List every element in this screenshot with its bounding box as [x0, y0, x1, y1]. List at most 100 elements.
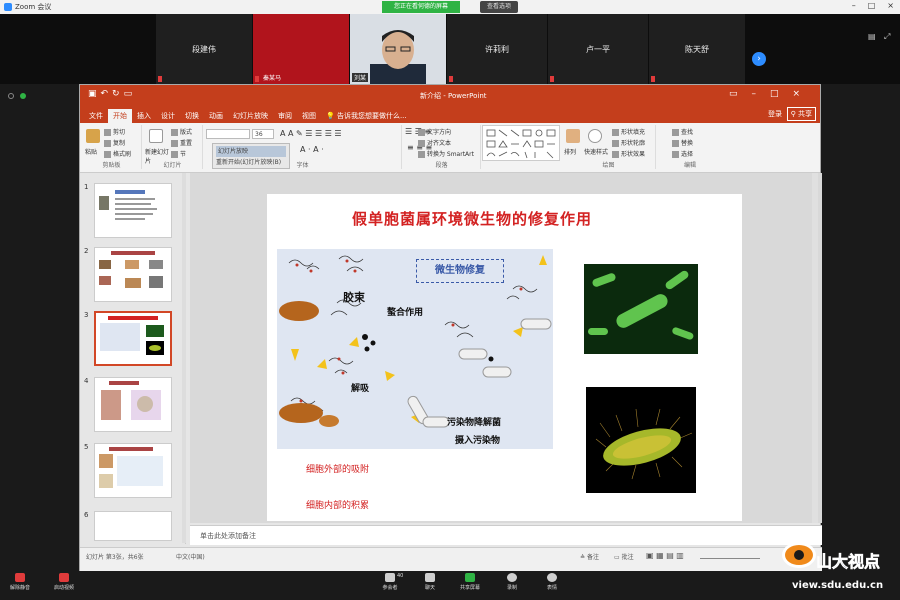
slide-thumbnail[interactable]: [94, 511, 172, 541]
arrange-button[interactable]: 排列: [564, 147, 576, 156]
chat-button[interactable]: 聊天: [418, 573, 442, 591]
tab-view[interactable]: 视图: [297, 109, 321, 123]
meeting-info-icon[interactable]: [8, 93, 14, 99]
ribbon-home: 粘贴 剪切 复制 格式刷 剪贴板 新建幻灯片 版式 重置 节 幻灯片 字体 36…: [80, 123, 820, 173]
layout-button[interactable]: 版式: [171, 127, 192, 136]
tell-me-search[interactable]: 💡 告诉我您想要做什么...: [321, 109, 412, 123]
remediation-diagram[interactable]: 微生物修复 胶束 螯合作用 解吸 污染物降解菌 摄入污染物: [277, 249, 553, 449]
participant-tile[interactable]: 段建伟: [156, 14, 252, 84]
tab-home[interactable]: 开始: [108, 109, 132, 123]
slide-title[interactable]: 假单胞菌属环境微生物的修复作用: [352, 208, 592, 229]
zoom-window-title: Zoom 会议: [15, 3, 52, 11]
smartart-button[interactable]: 转换为 SmartArt: [418, 149, 474, 158]
fullscreen-icon[interactable]: ⤢: [884, 32, 890, 42]
participant-tile[interactable]: 陈天舒: [649, 14, 745, 84]
zoom-slider[interactable]: [700, 558, 760, 559]
yellow-bacterium-image[interactable]: [586, 387, 696, 493]
eye-logo-icon: [782, 542, 816, 568]
close-icon[interactable]: ×: [887, 1, 894, 10]
maximize-icon[interactable]: □: [868, 1, 876, 10]
copy-button[interactable]: 复制: [104, 138, 125, 147]
paste-icon[interactable]: [86, 129, 100, 143]
cut-button[interactable]: 剪切: [104, 127, 125, 136]
tab-slideshow[interactable]: 幻灯片放映: [228, 109, 273, 123]
slide-editing-area[interactable]: 假单胞菌属环境微生物的修复作用 微生物修复 胶束 螯合作用 解吸 污染物降解菌 …: [190, 173, 822, 523]
format-painter-button[interactable]: 格式刷: [104, 149, 131, 158]
participant-video-tile[interactable]: 刘某: [350, 14, 446, 84]
font-style-buttons[interactable]: A · A ·: [300, 145, 324, 154]
slide-thumbnail[interactable]: [94, 247, 172, 302]
slides-group: 新建幻灯片 版式 重置 节 幻灯片: [143, 125, 203, 169]
section-button[interactable]: 节: [171, 149, 186, 158]
mic-muted-icon: [550, 76, 554, 82]
arrange-icon[interactable]: [566, 129, 580, 143]
ppt-window-controls[interactable]: ▭–□×: [729, 89, 814, 99]
participant-name: 卢一平: [586, 44, 610, 54]
slide-scrollbar[interactable]: [812, 173, 818, 523]
slide-thumbnail-selected[interactable]: [94, 311, 172, 366]
mic-muted-icon: [651, 76, 655, 82]
next-page-arrow-icon[interactable]: ›: [752, 52, 766, 66]
comments-toggle[interactable]: ▭ 批注: [614, 552, 634, 561]
current-slide[interactable]: 假单胞菌属环境微生物的修复作用 微生物修复 胶束 螯合作用 解吸 污染物降解菌 …: [267, 194, 742, 521]
slide-thumbnail[interactable]: [94, 443, 172, 498]
reactions-button[interactable]: 表情: [540, 573, 564, 591]
comments-label: 批注: [621, 554, 634, 561]
quick-styles-icon[interactable]: [588, 129, 602, 143]
select-button[interactable]: 选择: [672, 149, 693, 158]
find-button[interactable]: 查找: [672, 127, 693, 136]
font-size-input[interactable]: 36: [252, 129, 274, 139]
video-button[interactable]: 启动视频: [52, 573, 76, 591]
text-direction-button[interactable]: 文字方向: [418, 127, 451, 136]
replace-button[interactable]: 替换: [672, 138, 693, 147]
tell-me-text: 告诉我您想要做什么...: [336, 112, 407, 120]
view-buttons[interactable]: ▣ ▦ ▤ ▥: [646, 551, 684, 560]
share-button[interactable]: ⚲ 共享: [786, 107, 816, 121]
gallery-layout-icon[interactable]: ▤: [868, 32, 876, 41]
mute-button[interactable]: 解除静音: [8, 573, 32, 591]
record-button[interactable]: 录制: [500, 573, 524, 591]
shape-effects-button[interactable]: 形状效果: [612, 149, 645, 158]
participant-tile[interactable]: 许莉利: [447, 14, 547, 84]
mute-label: 解除静音: [9, 585, 30, 591]
align-text-button[interactable]: 对齐文本: [418, 138, 451, 147]
note-intracellular-accumulation[interactable]: 细胞内部的积累: [306, 498, 369, 511]
reset-button[interactable]: 重置: [171, 138, 192, 147]
scissors-icon: [104, 129, 111, 136]
shape-outline-button[interactable]: 形状轮廓: [612, 138, 645, 147]
note-extracellular-adsorption[interactable]: 细胞外部的吸附: [306, 462, 369, 475]
slide-thumbnail[interactable]: [94, 183, 172, 238]
font-name-input[interactable]: [206, 129, 250, 139]
tab-animations[interactable]: 动画: [204, 109, 228, 123]
slide-thumbnail[interactable]: [94, 377, 172, 432]
tab-transitions[interactable]: 切换: [180, 109, 204, 123]
view-options-button[interactable]: 查看选项: [480, 1, 518, 13]
notes-toggle[interactable]: ≙ 备注: [580, 552, 599, 561]
shapes-gallery[interactable]: [482, 125, 560, 161]
thumbnail-number: 5: [84, 443, 89, 451]
mic-muted-icon: [158, 76, 162, 82]
tab-insert[interactable]: 插入: [132, 109, 156, 123]
language-indicator[interactable]: 中文(中国): [176, 552, 205, 561]
tab-review[interactable]: 审阅: [273, 109, 297, 123]
notes-pane[interactable]: 单击此处添加备注: [190, 525, 822, 545]
label-micelle: 胶束: [343, 291, 365, 304]
thumbnail-scrollbar[interactable]: [182, 173, 186, 543]
minimize-icon[interactable]: –: [852, 1, 856, 10]
shape-fill-button[interactable]: 形状填充: [612, 127, 645, 136]
participant-tile[interactable]: 秦某马: [253, 14, 349, 84]
participant-tile[interactable]: 卢一平: [548, 14, 648, 84]
smartart-icon: [418, 151, 425, 158]
quick-styles-button[interactable]: 快速样式: [584, 147, 608, 156]
quick-access-toolbar[interactable]: ▣↶↻▭: [88, 89, 136, 99]
thumbnail-preview: [99, 251, 163, 288]
share-screen-button[interactable]: 共享屏幕: [458, 573, 482, 591]
tab-design[interactable]: 设计: [156, 109, 180, 123]
font-format-buttons[interactable]: A A ✎ ☰ ☰ ☰ ☰: [280, 129, 342, 138]
login-link[interactable]: 登录: [768, 109, 782, 119]
paste-button[interactable]: 粘贴: [85, 147, 97, 156]
share-screen-icon: [465, 573, 475, 582]
tab-file[interactable]: 文件: [84, 109, 108, 123]
new-slide-icon[interactable]: [149, 129, 163, 143]
green-bacteria-image[interactable]: [584, 264, 698, 354]
